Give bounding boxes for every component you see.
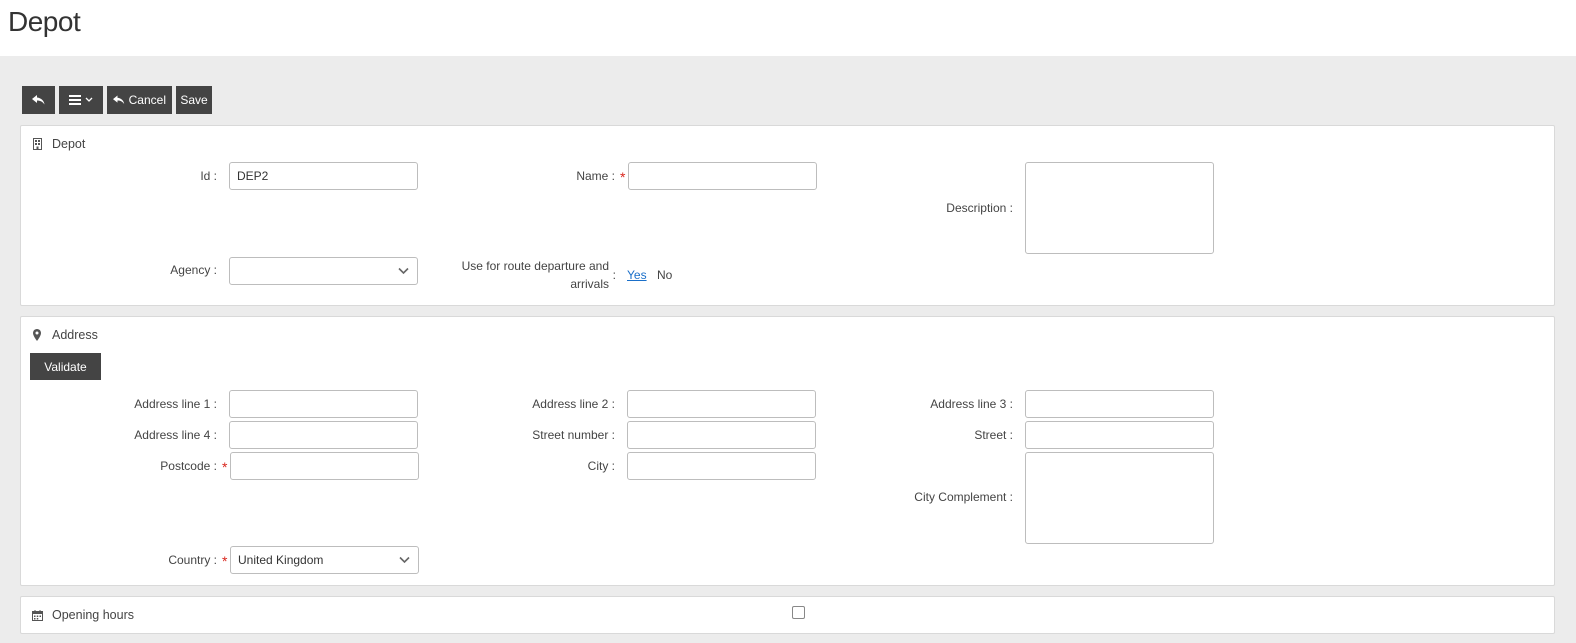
city-complement-label: City Complement : [914,490,1013,504]
reply-icon [32,95,45,105]
address-line-4-label: Address line 4 : [134,428,217,442]
city-label: City : [587,459,615,473]
city-complement-textarea[interactable] [1025,452,1214,544]
address-panel-heading: Address [31,328,98,342]
id-input[interactable] [229,162,418,190]
opening-hours-heading: Opening hours [31,608,134,622]
agency-label: Agency : [170,263,217,277]
address-line-1-label: Address line 1 : [134,397,217,411]
calendar-icon [31,609,43,621]
route-label-line1: Use for route departure and [461,259,609,273]
reply-icon [113,95,125,105]
chevron-down-icon [85,97,93,102]
opening-hours-heading-text: Opening hours [52,608,135,622]
page-title: Depot [8,6,81,37]
chevron-down-icon [398,267,409,275]
postcode-input[interactable] [230,452,419,480]
name-label: Name : [576,169,615,183]
route-label-colon: : [612,268,616,282]
street-number-input[interactable] [627,421,816,449]
name-input[interactable] [628,162,817,190]
name-required-marker: * [620,169,626,185]
address-panel: Address Validate Address line 1 : Addres… [20,316,1555,586]
back-button[interactable] [22,86,55,114]
depot-heading-text: Depot [52,137,86,151]
id-label: Id : [200,169,217,183]
route-yes-option[interactable]: Yes [627,268,647,282]
address-heading-text: Address [52,328,98,342]
address-line-1-input[interactable] [229,390,418,418]
street-input[interactable] [1025,421,1214,449]
address-line-4-input[interactable] [229,421,418,449]
building-icon [31,138,43,150]
route-no-option[interactable]: No [657,268,672,282]
address-line-2-label: Address line 2 : [532,397,615,411]
depot-panel: Depot Id : Name : * Description : Agency… [20,125,1555,306]
save-button[interactable]: Save [176,86,212,114]
agency-select[interactable] [229,257,418,285]
opening-hours-checkbox[interactable] [792,606,805,619]
route-label-line2: arrivals [570,277,609,291]
street-number-label: Street number : [532,428,615,442]
address-line-3-label: Address line 3 : [930,397,1013,411]
chevron-down-icon [399,556,410,564]
list-icon [69,95,81,105]
country-select[interactable]: United Kingdom [230,546,419,574]
address-line-2-input[interactable] [627,390,816,418]
map-marker-icon [31,329,43,341]
postcode-label: Postcode : [160,459,217,473]
street-label: Street : [974,428,1013,442]
page-header: Depot [0,0,1576,56]
cancel-button[interactable]: Cancel [107,86,172,114]
address-line-3-input[interactable] [1025,390,1214,418]
validate-button[interactable]: Validate [30,353,101,380]
postcode-required-marker: * [222,459,228,475]
country-select-value: United Kingdom [238,553,324,567]
country-required-marker: * [222,553,228,569]
cancel-label: Cancel [128,93,166,107]
description-label: Description : [946,201,1013,215]
city-input[interactable] [627,452,816,480]
menu-dropdown-button[interactable] [59,86,103,114]
opening-hours-panel: Opening hours [20,596,1555,634]
description-textarea[interactable] [1025,162,1214,254]
toolbar: Cancel Save [22,86,212,114]
country-label: Country : [168,553,217,567]
depot-panel-heading: Depot [31,137,85,151]
